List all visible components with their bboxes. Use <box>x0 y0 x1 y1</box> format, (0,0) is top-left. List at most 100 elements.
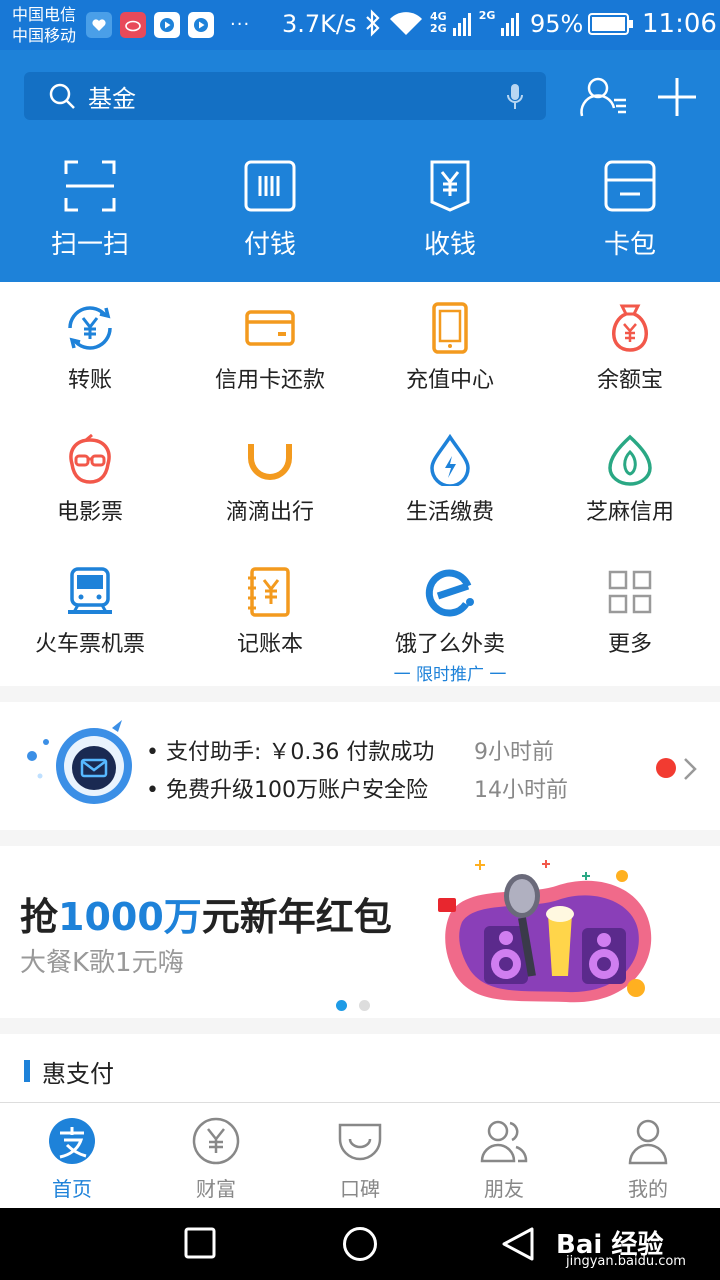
money-bag-icon <box>612 304 648 352</box>
notification-card[interactable]: • 支付助手: ￥0.36 付款成功 9小时前 • 免费升级100万账户安全险 … <box>0 702 720 830</box>
movie-ticket-icon <box>69 434 111 484</box>
status-bar: 中国电信 中国移动 ··· 3.7K/s 4G 2G 2G 95% 11:06 <box>0 0 720 50</box>
network-type: 4G 2G <box>430 11 447 35</box>
scan-icon <box>64 160 116 212</box>
karaoke-party-illustration <box>438 860 652 1003</box>
video-app-icon-2 <box>188 12 214 38</box>
banner-title: 抢1000万元新年红包 <box>20 886 392 941</box>
wifi-icon <box>390 12 422 35</box>
signal-icon-1 <box>452 13 471 36</box>
service-label: 电影票 <box>56 500 123 525</box>
service-ledger[interactable]: 记账本 <box>180 566 360 658</box>
quick-action-card-wallet[interactable]: 卡包 <box>540 158 720 261</box>
service-label: 更多 <box>607 632 652 657</box>
service-label: 记账本 <box>236 632 303 657</box>
carrier-1: 中国电信 <box>12 5 77 24</box>
signal-icon-2 <box>501 13 520 36</box>
transfer-icon <box>68 306 112 350</box>
tab-label: 口碑 <box>340 1177 380 1201</box>
tab-koubei[interactable]: 口碑 <box>288 1117 432 1202</box>
tab-profile[interactable]: 我的 <box>576 1117 720 1202</box>
service-label: 生活缴费 <box>405 500 494 525</box>
tab-friends[interactable]: 朋友 <box>432 1117 576 1202</box>
service-transfer[interactable]: 转账 <box>0 302 180 394</box>
promo-tag: 一 限时推广 一 <box>393 665 507 685</box>
service-credit-card[interactable]: 信用卡还款 <box>180 302 360 394</box>
carousel-dot[interactable] <box>359 1000 370 1011</box>
back-button[interactable] <box>500 1226 536 1262</box>
bottom-tab-bar: 首页 财富 口碑 朋友 我的 <box>0 1102 720 1208</box>
phone-recharge-icon <box>432 302 468 354</box>
carousel-indicator <box>336 1000 370 1011</box>
wealth-icon <box>192 1117 240 1165</box>
service-recharge[interactable]: 充值中心 <box>360 302 540 394</box>
tab-wealth[interactable]: 财富 <box>144 1117 288 1202</box>
card-wallet-icon <box>604 160 656 212</box>
section-accent-bar <box>24 1060 30 1082</box>
service-label: 滴滴出行 <box>225 500 314 525</box>
microphone-icon[interactable] <box>506 83 524 111</box>
profile-icon <box>628 1119 668 1165</box>
quick-action-scan[interactable]: 扫一扫 <box>0 158 180 261</box>
banner-subtitle: 大餐K歌1元嗨 <box>20 948 184 978</box>
battery-icon <box>588 12 634 36</box>
battery-percent: 95% <box>530 10 584 38</box>
baidu-watermark-url: jingyan.baidu.com <box>566 1254 686 1269</box>
carrier-2: 中国移动 <box>12 26 77 45</box>
banner-title-suffix: 元新年红包 <box>201 895 392 939</box>
service-movie[interactable]: 电影票 <box>0 434 180 526</box>
promo-banner[interactable]: 抢1000万元新年红包 大餐K歌1元嗨 <box>0 846 720 1018</box>
tab-label: 我的 <box>628 1177 668 1201</box>
service-eleme[interactable]: 饿了么外卖 一 限时推广 一 <box>360 566 540 685</box>
home-button[interactable] <box>342 1226 378 1262</box>
video-app-icon <box>154 12 180 38</box>
service-utilities[interactable]: 生活缴费 <box>360 434 540 526</box>
didi-icon <box>248 444 292 480</box>
utility-drop-icon <box>430 434 470 486</box>
quick-action-label: 卡包 <box>603 230 656 260</box>
carousel-dot-active[interactable] <box>336 1000 347 1011</box>
carrier-names: 中国电信 中国移动 <box>12 4 76 46</box>
service-didi[interactable]: 滴滴出行 <box>180 434 360 526</box>
service-sesame-credit[interactable]: 芝麻信用 <box>540 434 720 526</box>
quick-action-receive[interactable]: 收钱 <box>360 158 540 261</box>
network-speed: 3.7K/s <box>282 10 357 38</box>
recent-apps-button[interactable] <box>184 1226 216 1260</box>
chevron-right-icon <box>684 758 697 780</box>
cloud-app-icon <box>120 12 146 38</box>
pay-code-icon <box>244 160 296 212</box>
quick-action-pay[interactable]: 付钱 <box>180 158 360 261</box>
section-header: 惠支付 <box>0 1034 720 1102</box>
train-icon <box>68 567 112 614</box>
service-label: 饿了么外卖 <box>394 632 505 657</box>
service-label: 火车票机票 <box>34 632 145 657</box>
app-header: 基金 扫一扫 付钱 收钱 卡包 <box>0 50 720 282</box>
tab-label: 财富 <box>196 1177 236 1201</box>
service-more[interactable]: 更多 <box>540 566 720 658</box>
contacts-icon[interactable] <box>578 74 628 120</box>
service-label: 信用卡还款 <box>214 368 325 393</box>
notification-line-2: • 免费升级100万账户安全险 <box>146 778 428 803</box>
search-bar[interactable]: 基金 <box>24 72 546 120</box>
net-type-2: 2G <box>430 22 447 35</box>
health-app-icon <box>86 12 112 38</box>
more-grid-icon <box>608 570 652 614</box>
eleme-icon <box>425 569 474 617</box>
section-title: 惠支付 <box>42 1060 114 1088</box>
net-type-3: 2G <box>478 9 496 22</box>
assistant-robot-icon <box>27 720 132 804</box>
notification-time-2: 14小时前 <box>474 778 568 803</box>
quick-action-label: 收钱 <box>423 230 476 260</box>
more-notifications-icon: ··· <box>230 14 251 35</box>
service-train[interactable]: 火车票机票 <box>0 566 180 658</box>
add-icon[interactable] <box>656 74 698 120</box>
sesame-credit-icon <box>608 434 652 486</box>
service-label: 芝麻信用 <box>585 500 674 525</box>
clock: 11:06 <box>642 9 717 39</box>
banner-title-highlight: 1000万 <box>58 895 202 939</box>
service-yuebao[interactable]: 余额宝 <box>540 302 720 394</box>
service-label: 充值中心 <box>405 368 494 393</box>
tab-home[interactable]: 首页 <box>0 1117 144 1202</box>
search-text: 基金 <box>88 84 136 113</box>
notification-app-icons <box>86 12 214 38</box>
